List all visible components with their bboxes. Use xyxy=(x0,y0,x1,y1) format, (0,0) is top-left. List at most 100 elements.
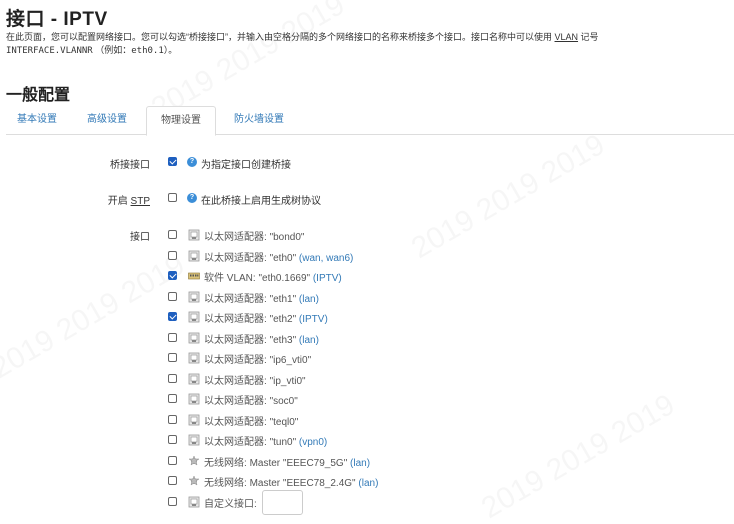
interface-name: "teql0" xyxy=(269,416,299,428)
desc-example-prefix: （例如： xyxy=(95,45,132,55)
help-icon: ? xyxy=(187,157,197,167)
interface-checkbox[interactable] xyxy=(168,250,177,260)
interface-type: 无线网络: xyxy=(204,478,250,489)
interface-name: "bond0" xyxy=(269,232,305,243)
interfaces-label: 接口 xyxy=(130,232,150,243)
bridge-label: 桥接接口 xyxy=(110,160,150,171)
interface-name: "ip6_vti0" xyxy=(269,355,312,366)
interface-networks[interactable]: (wan, wan6) xyxy=(299,253,353,264)
interface-name: Master "EEEC79_5G" xyxy=(249,457,348,469)
page-description: 在此页面，您可以配置网络接口。您可以勾选“桥接接口”，并输入由空格分隔的多个网络… xyxy=(6,31,728,58)
interface-label: 以太网适配器: "ip6_vti0" xyxy=(204,351,311,366)
stp-abbr: STP xyxy=(130,196,150,207)
interface-type: 以太网适配器: xyxy=(204,232,270,243)
interface-type: 以太网适配器: xyxy=(204,416,270,428)
interface-label: 无线网络: Master "EEEC78_2.4G" (lan) xyxy=(204,474,378,489)
interface-type: 以太网适配器: xyxy=(204,293,270,305)
tab-bar: 基本设置 高级设置 物理设置 防火墙设置 xyxy=(6,106,734,136)
interface-checkbox[interactable] xyxy=(168,353,177,362)
interface-checkbox[interactable] xyxy=(168,373,177,383)
interface-checkbox[interactable] xyxy=(168,312,177,321)
ethernet-icon xyxy=(188,352,200,364)
interface-label: 以太网适配器: "eth2" (IPTV) xyxy=(204,310,328,325)
interface-networks[interactable]: (lan) xyxy=(299,335,319,346)
bridge-help-text: 为指定接口创建桥接 xyxy=(201,160,291,171)
interface-checkbox[interactable] xyxy=(168,435,177,444)
interface-type: 以太网适配器: xyxy=(204,252,270,264)
interface-networks[interactable]: (lan) xyxy=(299,294,319,305)
desc-example-end: ）。 xyxy=(163,45,178,55)
interface-networks[interactable]: (lan) xyxy=(350,458,370,469)
interface-label: 以太网适配器: "tun0" (vpn0) xyxy=(204,433,327,448)
interface-checkbox[interactable] xyxy=(168,476,177,485)
interface-label: 以太网适配器: "eth0" (wan, wan6) xyxy=(204,249,353,264)
desc-mono: INTERFACE.VLANNR xyxy=(6,46,93,56)
interface-label: 软件 VLAN: "eth0.1669" (IPTV) xyxy=(204,269,342,284)
ethernet-icon xyxy=(188,434,200,446)
tab-firewall-settings[interactable]: 防火墙设置 xyxy=(220,106,298,135)
stp-label: 开启 STP xyxy=(60,192,150,207)
interface-name: "soc0" xyxy=(269,396,298,407)
stp-checkbox[interactable] xyxy=(168,193,177,202)
section-title: 一般配置 xyxy=(6,87,71,104)
interface-type: 以太网适配器: xyxy=(204,396,270,407)
interface-type: 无线网络: xyxy=(204,457,250,469)
ethernet-icon xyxy=(188,496,200,508)
interface-checkbox[interactable] xyxy=(168,394,177,403)
desc-text: 在此页面，您可以配置网络接口。您可以勾选“桥接接口”，并输入由空格分隔的多个网络… xyxy=(6,32,552,42)
interface-type: 以太网适配器: xyxy=(204,355,270,366)
interface-name: "eth3" xyxy=(269,334,297,346)
tab-physical-settings[interactable]: 物理设置 xyxy=(146,106,216,136)
watermark: 2019 2019 2019 xyxy=(476,388,681,524)
interface-checkbox[interactable] xyxy=(168,230,177,239)
stp-help-text: 在此桥接上启用生成树协议 xyxy=(201,196,321,207)
ethernet-icon xyxy=(188,250,200,261)
interface-label: 以太网适配器: "eth1" (lan) xyxy=(204,290,319,305)
ethernet-icon xyxy=(188,414,200,425)
interface-checkbox[interactable] xyxy=(168,291,177,301)
ethernet-icon xyxy=(188,291,200,302)
ethernet-icon xyxy=(188,373,200,384)
tab-basic-settings[interactable]: 基本设置 xyxy=(6,106,68,135)
interface-networks[interactable]: (IPTV) xyxy=(299,314,328,325)
interface-checkbox[interactable] xyxy=(168,332,177,342)
interface-name: "ip_vti0" xyxy=(269,375,306,387)
bridge-checkbox[interactable] xyxy=(168,157,177,166)
interface-networks[interactable]: (lan) xyxy=(358,478,378,489)
interface-name: "eth2" xyxy=(269,314,297,325)
page-title: 接口 - IPTV xyxy=(6,9,108,30)
custom-interface-label: 自定义接口: xyxy=(204,499,257,510)
interface-networks[interactable]: (IPTV) xyxy=(313,273,342,284)
interface-label: 以太网适配器: "soc0" xyxy=(204,392,298,407)
vlan-icon xyxy=(188,272,200,280)
interface-label: 以太网适配器: "teql0" xyxy=(204,413,298,428)
interface-type: 以太网适配器: xyxy=(204,437,270,448)
interface-name: "eth1" xyxy=(269,293,297,305)
interface-label: 无线网络: Master "EEEC79_5G" (lan) xyxy=(204,454,370,469)
interface-checkbox[interactable] xyxy=(168,455,177,465)
vlan-abbr: VLAN xyxy=(554,32,579,42)
custom-interface-checkbox[interactable] xyxy=(168,497,177,506)
watermark: 2019 2019 2019 xyxy=(406,128,611,266)
ethernet-icon xyxy=(188,311,200,323)
ethernet-icon xyxy=(188,332,200,343)
interface-type: 以太网适配器: xyxy=(204,314,270,325)
interface-type: 以太网适配器: xyxy=(204,375,270,387)
interface-checkbox[interactable] xyxy=(168,271,177,280)
ethernet-icon xyxy=(188,393,200,405)
wifi-icon xyxy=(188,475,200,486)
interface-name: "eth0" xyxy=(269,252,297,264)
interface-type: 以太网适配器: xyxy=(204,334,270,346)
interface-name: "eth0.1669" xyxy=(258,273,311,284)
desc-example: eth0.1 xyxy=(131,46,164,56)
interface-networks[interactable]: (vpn0) xyxy=(299,437,327,448)
interface-name: "tun0" xyxy=(269,437,297,448)
watermark: 2019 2019 2019 xyxy=(0,248,191,386)
interface-name: Master "EEEC78_2.4G" xyxy=(249,478,356,489)
tab-advanced-settings[interactable]: 高级设置 xyxy=(72,106,142,135)
interface-type: 软件 VLAN: xyxy=(204,273,259,284)
custom-interface-input[interactable] xyxy=(262,490,303,515)
interface-label: 以太网适配器: "bond0" xyxy=(204,228,304,243)
desc-text-end: 记号 xyxy=(580,32,599,42)
interface-checkbox[interactable] xyxy=(168,414,177,424)
